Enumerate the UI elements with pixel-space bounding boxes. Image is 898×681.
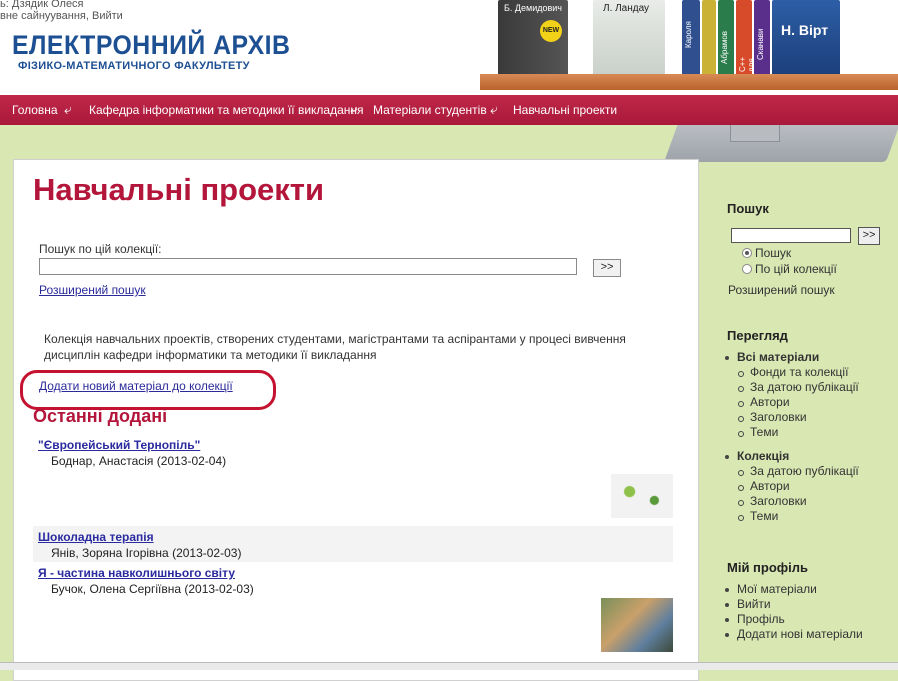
search-label: Пошук по цій колекції: — [39, 242, 162, 256]
user-name-line: ь: Дзядик Олеся — [0, 0, 84, 10]
item-author: Боднар, Анастасія (2013-02-04) — [51, 454, 227, 468]
radio-search-collection-label: По цій колекції — [755, 262, 837, 276]
sidebar-item-logout[interactable]: Вийти — [737, 597, 771, 611]
book-label: Л. Ландау — [603, 3, 650, 14]
bullet-icon — [725, 455, 729, 459]
bullet-icon — [738, 485, 744, 491]
bullet-icon — [725, 633, 729, 637]
book-spine-2 — [702, 0, 716, 76]
sidebar-all-materials: Всі матеріали — [737, 350, 820, 364]
sidebar-item-my-materials[interactable]: Мої матеріали — [737, 582, 817, 596]
radio-search-all[interactable] — [742, 248, 752, 258]
nav-arrow-icon: ⤶ — [490, 101, 498, 117]
logo-subtitle: ФІЗИКО-МАТЕМАТИЧНОГО ФАКУЛЬТЕТУ — [18, 60, 250, 72]
new-badge: NEW — [540, 20, 562, 42]
radio-search-all-label: Пошук — [755, 246, 792, 260]
item-title-link[interactable]: Шоколадна терапія — [38, 530, 673, 544]
sidebar-profile-heading: Мій профіль — [727, 560, 809, 575]
nav-department[interactable]: Кафедра інформатики та методики її викла… — [89, 103, 364, 117]
main-nav: Головна ⤶ Кафедра інформатики та методик… — [0, 95, 898, 125]
nav-arrow-icon: ⤶ — [64, 101, 72, 117]
sidebar-item-subjects[interactable]: Теми — [750, 425, 778, 439]
list-item: "Європейський Тернопіль" Боднар, Анастас… — [33, 438, 673, 518]
bullet-icon — [738, 371, 744, 377]
user-actions-line[interactable]: вне сайнуування, Вийти — [0, 10, 123, 22]
nav-arrow-icon: ⤶ — [350, 101, 358, 117]
list-item: Я - частина навколишнього світу Бучок, О… — [33, 566, 673, 656]
sidebar-search-input[interactable] — [731, 228, 851, 243]
sidebar-item-coll-by-date[interactable]: За датою публікації — [750, 464, 859, 478]
radio-search-collection[interactable] — [742, 264, 752, 274]
bullet-icon — [725, 603, 729, 607]
item-title-link[interactable]: "Європейський Тернопіль" — [38, 438, 673, 452]
bullet-icon — [725, 618, 729, 622]
book-label: Б. Демидович — [504, 3, 562, 13]
book-spine-1: Кароля — [682, 0, 700, 76]
book-spine-3: Абрамов — [718, 0, 734, 76]
book-label: Кароля — [684, 21, 693, 48]
site-logo[interactable]: ЕЛЕКТРОННИЙ АРХІВ ФІЗИКО-МАТЕМАТИЧНОГО Ф… — [12, 30, 315, 72]
item-thumbnail[interactable] — [611, 474, 673, 518]
sidebar-item-coll-titles[interactable]: Заголовки — [750, 494, 807, 508]
collection-search-button[interactable]: >> — [593, 259, 621, 277]
user-status: ь: Дзядик Олеся вне сайнуування, Вийти — [0, 0, 123, 22]
main-content: Навчальні проекти Пошук по цій колекції:… — [13, 159, 699, 681]
bullet-icon — [738, 416, 744, 422]
sidebar-collection: Колекція — [737, 449, 790, 463]
item-author: Янів, Зоряна Ігорівна (2013-02-03) — [51, 546, 242, 560]
sidebar-item-communities[interactable]: Фонди та колекції — [750, 365, 848, 379]
sidebar-advanced-search-link[interactable]: Розширений пошук — [728, 283, 835, 297]
book-spine-5: Сканави — [754, 0, 770, 76]
sidebar-item-coll-authors[interactable]: Автори — [750, 479, 790, 493]
bullet-icon — [738, 500, 744, 506]
book-landau: Л. Ландау — [593, 0, 665, 76]
book-label: Сканави — [756, 28, 765, 61]
nav-student-materials[interactable]: Матеріали студентів — [373, 103, 487, 117]
sidebar-item-titles[interactable]: Заголовки — [750, 410, 807, 424]
recent-submissions-title: Останні додані — [33, 406, 168, 426]
sidebar-browse-heading: Перегляд — [727, 328, 788, 343]
bullet-icon — [725, 356, 729, 360]
bullet-icon — [738, 401, 744, 407]
book-spine-4: С++ для чайника — [736, 0, 765, 76]
book-wirth: Н. Вірт — [772, 0, 840, 76]
bullet-icon — [738, 431, 744, 437]
bookshelf — [480, 74, 898, 90]
collection-description: Колекція навчальних проектів, створених … — [44, 332, 626, 362]
bullet-icon — [725, 588, 729, 592]
sidebar-item-profile[interactable]: Профіль — [737, 612, 785, 626]
sidebar-item-coll-subjects[interactable]: Теми — [750, 509, 778, 523]
site-header: ь: Дзядик Олеся вне сайнуування, Вийти Е… — [0, 0, 898, 95]
bullet-icon — [738, 386, 744, 392]
item-author: Бучок, Олена Сергіївна (2013-02-03) — [51, 582, 254, 596]
sidebar-search-heading: Пошук — [727, 201, 769, 216]
item-thumbnail[interactable] — [601, 598, 673, 652]
nav-home[interactable]: Головна — [12, 103, 58, 117]
sidebar-search-button[interactable]: >> — [858, 227, 880, 245]
page-title: Навчальні проекти — [33, 172, 325, 207]
logo-title: ЕЛЕКТРОННИЙ АРХІВ — [12, 30, 291, 60]
book-demidovich: Б. Демидович NEW — [498, 0, 568, 76]
collection-search-input[interactable] — [39, 258, 577, 275]
advanced-search-link[interactable]: Розширений пошук — [39, 283, 146, 297]
item-title-link[interactable]: Я - частина навколишнього світу — [38, 566, 673, 580]
bullet-icon — [738, 515, 744, 521]
sidebar-item-add-materials[interactable]: Додати нові матеріали — [737, 627, 863, 641]
book-label: Абрамов — [720, 30, 729, 64]
nav-study-projects[interactable]: Навчальні проекти — [513, 103, 617, 117]
sidebar-item-by-date[interactable]: За датою публікації — [750, 380, 859, 394]
list-item: Шоколадна терапія Янів, Зоряна Ігорівна … — [33, 526, 673, 562]
sidebar-item-authors[interactable]: Автори — [750, 395, 790, 409]
book-label: Н. Вірт — [781, 22, 829, 38]
add-item-link[interactable]: Додати новий матеріал до колекції — [39, 379, 233, 393]
bullet-icon — [738, 470, 744, 476]
